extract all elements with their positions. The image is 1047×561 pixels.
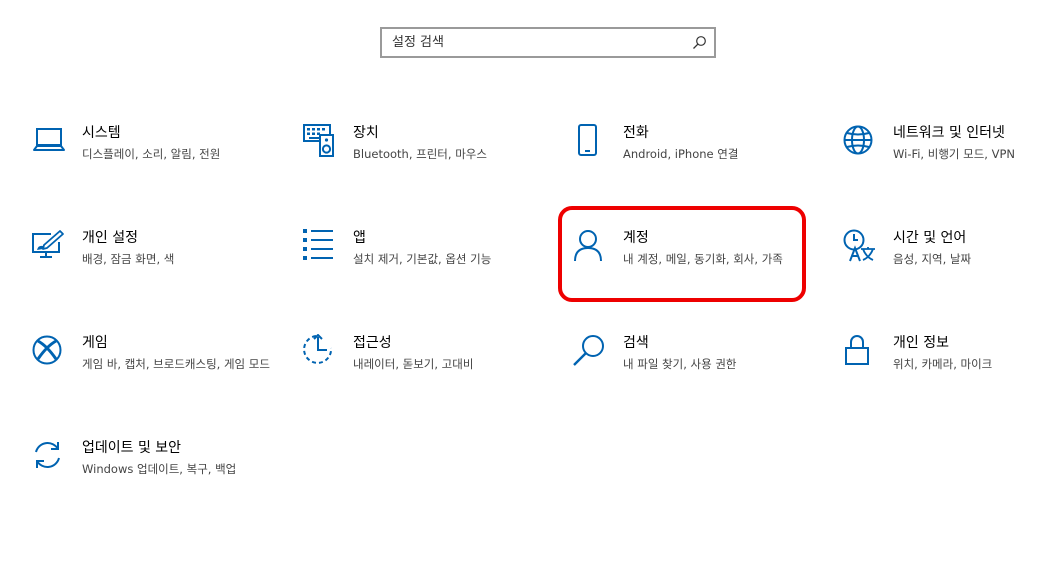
- tile-description: Android, iPhone 연결: [623, 147, 739, 161]
- devices-icon: [303, 124, 334, 157]
- tile-title: 접근성: [353, 335, 392, 351]
- search-box[interactable]: [380, 27, 716, 58]
- tile-title: 업데이트 및 보안: [82, 440, 182, 456]
- tile-title: 게임: [82, 335, 108, 351]
- tile-title: 장치: [353, 125, 379, 141]
- tile-title: 앱: [353, 230, 366, 246]
- sync-icon: [35, 442, 60, 468]
- tile-title: 개인 설정: [82, 230, 138, 246]
- tile-description: Wi-Fi, 비행기 모드, VPN: [893, 147, 1016, 161]
- tile-title: 검색: [623, 335, 649, 351]
- phone-icon: [578, 124, 597, 156]
- tile-description: 내 파일 찾기, 사용 권한: [623, 357, 737, 371]
- tile-apps[interactable]: 앱 설치 제거, 기본값, 옵션 기능: [303, 229, 553, 289]
- tile-title: 시간 및 언어: [893, 230, 967, 246]
- tile-phone[interactable]: 전화 Android, iPhone 연결: [573, 124, 823, 184]
- tile-description: 위치, 카메라, 마이크: [893, 357, 993, 371]
- ease-of-access-icon: [303, 334, 333, 364]
- personalization-icon: [32, 230, 64, 258]
- tile-network[interactable]: 네트워크 및 인터넷 Wi-Fi, 비행기 모드, VPN: [843, 124, 1047, 184]
- globe-icon: [843, 125, 873, 155]
- search-icon: [573, 335, 604, 366]
- tile-privacy[interactable]: 개인 정보 위치, 카메라, 마이크: [843, 334, 1047, 394]
- lock-icon: [845, 335, 869, 365]
- tile-title: 시스템: [82, 125, 121, 141]
- time-language-icon: [843, 229, 875, 262]
- tile-description: 게임 바, 캡처, 브로드캐스팅, 게임 모드: [82, 357, 270, 371]
- tile-update-security[interactable]: 업데이트 및 보안 Windows 업데이트, 복구, 백업: [32, 439, 282, 499]
- tile-description: 음성, 지역, 날짜: [893, 252, 972, 266]
- search-icon[interactable]: [692, 35, 707, 50]
- tile-description: 디스플레이, 소리, 알림, 전원: [82, 147, 221, 161]
- tile-title: 전화: [623, 125, 649, 141]
- tile-ease-of-access[interactable]: 접근성 내레이터, 돋보기, 고대비: [303, 334, 553, 394]
- tile-gaming[interactable]: 게임 게임 바, 캡처, 브로드캐스팅, 게임 모드: [32, 334, 282, 394]
- tile-description: Bluetooth, 프린터, 마우스: [353, 147, 487, 161]
- tile-description: 내레이터, 돋보기, 고대비: [353, 357, 474, 371]
- highlight-box: [558, 206, 806, 302]
- tile-devices[interactable]: 장치 Bluetooth, 프린터, 마우스: [303, 124, 553, 184]
- tile-description: 배경, 잠금 화면, 색: [82, 252, 175, 266]
- tile-search[interactable]: 검색 내 파일 찾기, 사용 권한: [573, 334, 823, 394]
- search-input[interactable]: [382, 29, 692, 56]
- tile-time-language[interactable]: 시간 및 언어 음성, 지역, 날짜: [843, 229, 1047, 289]
- tile-title: 네트워크 및 인터넷: [893, 125, 1005, 141]
- tile-title: 개인 정보: [893, 335, 949, 351]
- tile-description: 설치 제거, 기본값, 옵션 기능: [353, 252, 492, 266]
- apps-list-icon: [303, 229, 333, 260]
- xbox-icon: [32, 335, 62, 365]
- tile-personalization[interactable]: 개인 설정 배경, 잠금 화면, 색: [32, 229, 282, 289]
- tile-system[interactable]: 시스템 디스플레이, 소리, 알림, 전원: [32, 124, 282, 184]
- laptop-icon: [33, 128, 65, 151]
- tile-description: Windows 업데이트, 복구, 백업: [82, 462, 237, 476]
